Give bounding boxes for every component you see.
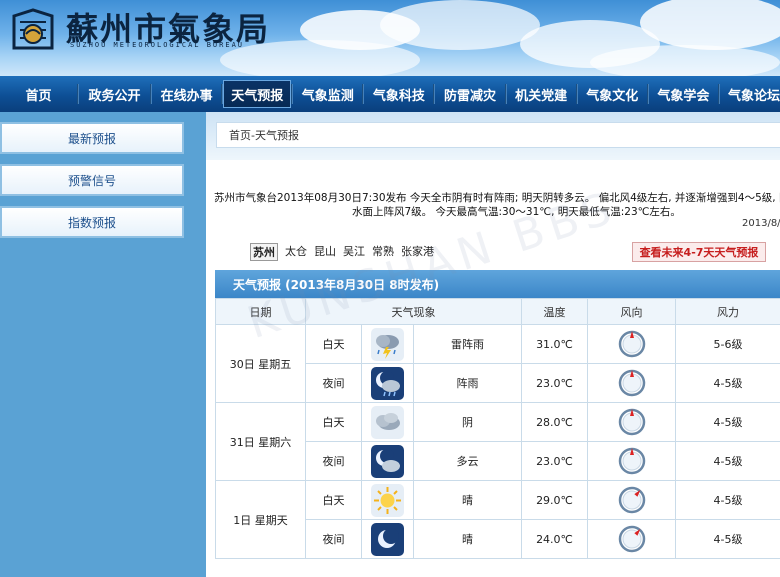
- temperature: 31.0℃: [521, 324, 588, 364]
- city-tab-wujiang[interactable]: 吴江: [343, 243, 365, 261]
- overcast-icon: [371, 405, 404, 439]
- city-tab-suzhou[interactable]: 苏州: [250, 243, 278, 261]
- notice-date: 2013/8/: [742, 218, 780, 229]
- wind-direction-cell: [587, 519, 676, 559]
- col-header-wind-force: 风力: [675, 298, 780, 325]
- forecast-date: 30日 星期五: [215, 324, 306, 403]
- forecast-table-title: 天气预报 (2013年8月30日 8时发布): [215, 270, 780, 298]
- sidebar-item-index-forecast[interactable]: 指数预报: [0, 206, 184, 238]
- forecast-table: 日期 天气现象 温度 风向 风力 30日 星期五 白天 雷阵雨 31.0℃ 5-6级 夜间…: [215, 298, 780, 559]
- table-row: 1日 星期天 白天晴 29.0℃ 4-5级: [215, 480, 780, 559]
- main-nav: 首页 政务公开 在线办事 天气预报 气象监测 气象科技 防雷减灾 机关党建 气象…: [0, 76, 780, 112]
- breadcrumb-text[interactable]: 首页-天气预报: [229, 127, 299, 143]
- temperature: 24.0℃: [521, 519, 588, 559]
- notice-line-1: 苏州市气象台2013年08月30日7:30发布 今天全市阴有时有阵雨; 明天阴转…: [214, 192, 780, 204]
- temperature: 23.0℃: [521, 441, 588, 481]
- cloud-decoration: [590, 45, 780, 76]
- city-tab-zhangjiagang[interactable]: 张家港: [401, 243, 434, 261]
- night-shower-icon: [371, 366, 404, 400]
- weather-icon-cell: [361, 363, 414, 403]
- weather-icon-cell: [361, 324, 414, 364]
- wind-compass-icon: [618, 330, 645, 358]
- weather-description: 阴: [413, 402, 522, 442]
- weather-description: 多云: [413, 441, 522, 481]
- city-selector: 苏州 太仓 昆山 吴江 常熟 张家港: [250, 243, 434, 261]
- table-row: 30日 星期五 白天 雷阵雨 31.0℃ 5-6级: [215, 324, 780, 403]
- nav-item-society[interactable]: 气象学会: [649, 76, 718, 112]
- col-header-weather: 天气现象: [305, 298, 522, 325]
- sidebar: 最新预报 预警信号 指数预报: [0, 112, 206, 577]
- forecast-period: 白天: [305, 480, 362, 520]
- header-banner: 蘇州市氣象局 SUZHOU METEOROLOGICAL BUREAU: [0, 0, 780, 76]
- weather-icon-cell: [361, 441, 414, 481]
- temperature: 23.0℃: [521, 363, 588, 403]
- forecast-period: 白天: [305, 402, 362, 442]
- wind-direction-cell: [587, 363, 676, 403]
- wind-direction-cell: [587, 480, 676, 520]
- nav-item-forecast[interactable]: 天气预报: [223, 80, 292, 108]
- wind-compass-icon: [618, 447, 645, 475]
- weather-icon-cell: [361, 402, 414, 442]
- cloud-decoration: [380, 0, 540, 50]
- wind-direction-cell: [587, 324, 676, 364]
- sidebar-item-warning-signals[interactable]: 预警信号: [0, 164, 184, 196]
- city-tab-taicang[interactable]: 太仓: [285, 243, 307, 261]
- wind-compass-icon: [618, 525, 645, 553]
- wind-force: 4-5级: [675, 441, 780, 481]
- wind-direction-cell: [587, 441, 676, 481]
- nav-item-forum[interactable]: 气象论坛: [720, 76, 780, 112]
- table-header-row: 日期 天气现象 温度 风向 风力: [215, 298, 780, 325]
- weather-icon-cell: [361, 480, 414, 520]
- weather-description: 晴: [413, 519, 522, 559]
- breadcrumb: 首页-天气预报: [216, 122, 780, 148]
- weather-description: 阵雨: [413, 363, 522, 403]
- cloud-decoration: [640, 0, 780, 50]
- table-row: 31日 星期六 白天 阴 28.0℃ 4-5级: [215, 402, 780, 481]
- wind-compass-icon: [618, 486, 645, 514]
- forecast-period: 夜间: [305, 363, 362, 403]
- forecast-notice: 苏州市气象台2013年08月30日7:30发布 今天全市阴有时有阵雨; 明天阴转…: [206, 191, 780, 219]
- wind-compass-icon: [618, 408, 645, 436]
- future-forecast-button[interactable]: 查看未来4-7天天气预报: [632, 242, 766, 262]
- col-header-temperature: 温度: [521, 298, 588, 325]
- temperature: 29.0℃: [521, 480, 588, 520]
- sidebar-item-latest-forecast[interactable]: 最新预报: [0, 122, 184, 154]
- bureau-emblem-icon: [12, 8, 54, 50]
- sunny-icon: [371, 483, 404, 517]
- weather-icon-cell: [361, 519, 414, 559]
- notice-line-2: 水面上阵风7级。 今天最高气温:30～31℃, 明天最低气温:23℃左右。: [352, 206, 681, 218]
- forecast-period: 夜间: [305, 441, 362, 481]
- nav-item-monitoring[interactable]: 气象监测: [293, 76, 362, 112]
- nav-item-party[interactable]: 机关党建: [507, 76, 576, 112]
- wind-compass-icon: [618, 369, 645, 397]
- forecast-period: 夜间: [305, 519, 362, 559]
- clear-night-icon: [371, 522, 404, 556]
- wind-force: 4-5级: [675, 363, 780, 403]
- nav-item-gov-affairs[interactable]: 政务公开: [79, 76, 150, 112]
- city-tab-kunshan[interactable]: 昆山: [314, 243, 336, 261]
- weather-description: 晴: [413, 480, 522, 520]
- night-cloudy-icon: [371, 444, 404, 478]
- thunderstorm-icon: [371, 327, 404, 361]
- nav-item-home[interactable]: 首页: [0, 76, 77, 112]
- nav-item-online-services[interactable]: 在线办事: [152, 76, 221, 112]
- site-logo-subtitle: SUZHOU METEOROLOGICAL BUREAU: [70, 41, 245, 49]
- wind-force: 4-5级: [675, 402, 780, 442]
- nav-item-science[interactable]: 气象科技: [364, 76, 433, 112]
- wind-direction-cell: [587, 402, 676, 442]
- forecast-period: 白天: [305, 324, 362, 364]
- forecast-date: 1日 星期天: [215, 480, 306, 559]
- weather-description: 雷阵雨: [413, 324, 522, 364]
- nav-item-culture[interactable]: 气象文化: [578, 76, 647, 112]
- nav-item-lightning[interactable]: 防雷减灾: [435, 76, 504, 112]
- temperature: 28.0℃: [521, 402, 588, 442]
- forecast-date: 31日 星期六: [215, 402, 306, 481]
- col-header-wind-direction: 风向: [587, 298, 676, 325]
- wind-force: 5-6级: [675, 324, 780, 364]
- col-header-date: 日期: [215, 298, 306, 325]
- wind-force: 4-5级: [675, 480, 780, 520]
- wind-force: 4-5级: [675, 519, 780, 559]
- city-tab-changshu[interactable]: 常熟: [372, 243, 394, 261]
